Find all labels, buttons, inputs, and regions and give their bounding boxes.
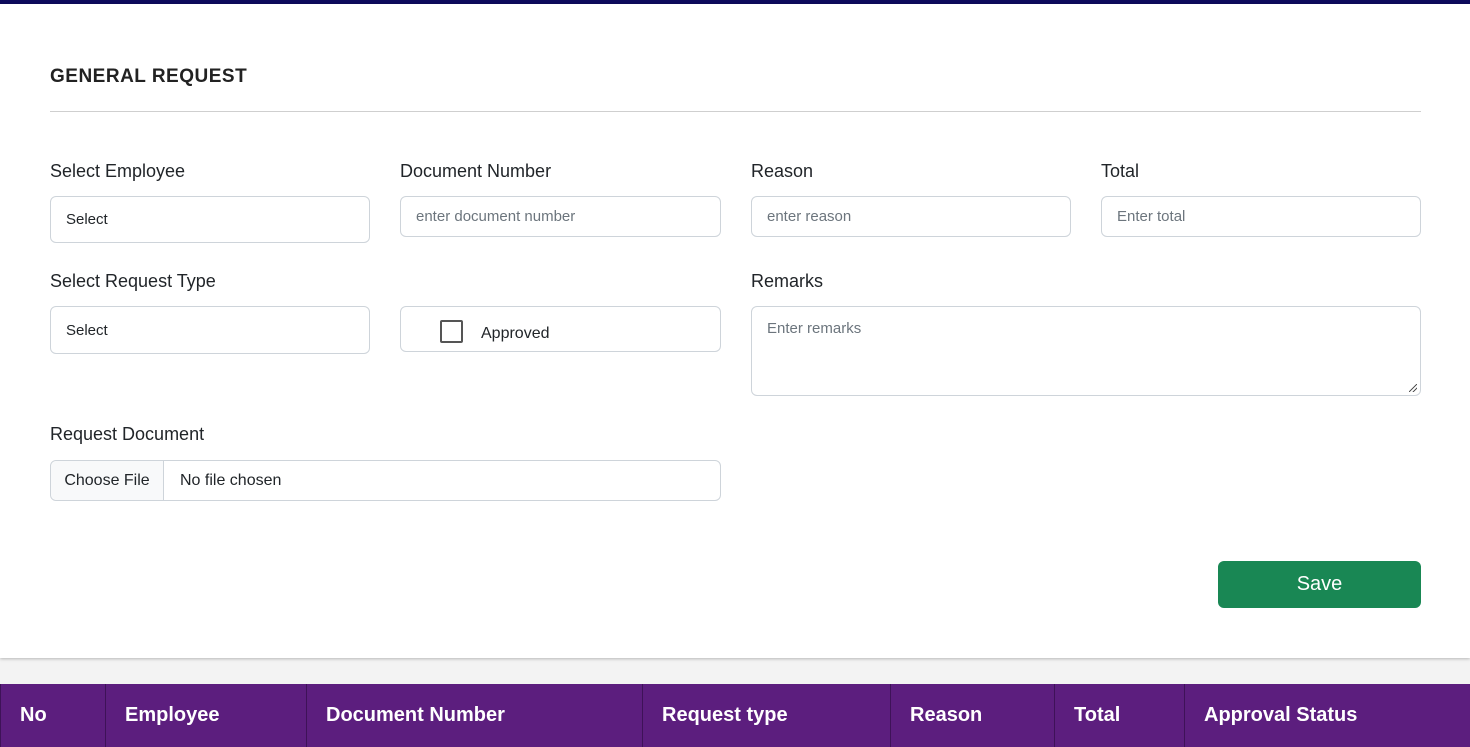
remarks-textarea[interactable]: Enter remarks: [751, 306, 1421, 396]
approved-checkbox[interactable]: [440, 320, 463, 343]
employee-label: Select Employee: [50, 161, 186, 181]
column-header-total[interactable]: Total: [1054, 684, 1184, 747]
resize-handle-icon[interactable]: [1409, 384, 1417, 392]
document-number-placeholder: enter document number: [416, 208, 576, 225]
column-header-no[interactable]: No: [0, 684, 105, 747]
request-document-label: Request Document: [50, 424, 205, 444]
save-button[interactable]: Save: [1218, 561, 1421, 608]
column-header-employee[interactable]: Employee: [105, 684, 306, 747]
document-number-input[interactable]: enter document number: [400, 196, 721, 237]
page-title: GENERAL REQUEST: [50, 66, 248, 87]
approved-box: Approved: [400, 306, 721, 352]
column-header-approval-status[interactable]: Approval Status: [1184, 684, 1470, 747]
document-number-label: Document Number: [400, 161, 552, 181]
remarks-placeholder: Enter remarks: [767, 320, 862, 337]
column-header-request-type[interactable]: Request type: [642, 684, 890, 747]
column-header-reason[interactable]: Reason: [890, 684, 1054, 747]
reason-placeholder: enter reason: [767, 208, 852, 225]
total-placeholder: Enter total: [1117, 208, 1186, 225]
reason-input[interactable]: enter reason: [751, 196, 1071, 237]
request-type-select[interactable]: Select: [50, 306, 370, 354]
total-label: Total: [1101, 161, 1140, 181]
request-type-select-value: Select: [66, 321, 108, 339]
requests-table-header: No Employee Document Number Request type…: [0, 684, 1470, 747]
reason-label: Reason: [751, 161, 814, 181]
employee-select[interactable]: Select: [50, 196, 370, 243]
remarks-label: Remarks: [751, 271, 824, 291]
total-input[interactable]: Enter total: [1101, 196, 1421, 237]
employee-select-value: Select: [66, 211, 108, 228]
column-header-document-number[interactable]: Document Number: [306, 684, 642, 747]
approved-label: Approved: [481, 325, 550, 342]
choose-file-button[interactable]: Choose File: [51, 461, 164, 500]
request-type-label: Select Request Type: [50, 271, 216, 291]
title-divider: [50, 111, 1421, 112]
file-status-text: No file chosen: [180, 471, 282, 489]
request-document-file-input[interactable]: Choose File No file chosen: [50, 460, 721, 501]
